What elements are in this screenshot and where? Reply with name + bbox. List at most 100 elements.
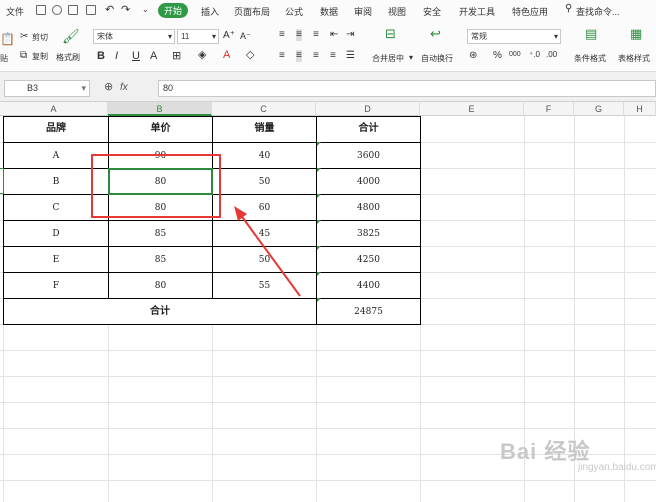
chevron-down-icon: ▾ (211, 32, 216, 41)
font-name-select[interactable]: 宋体 ▾ (93, 29, 175, 44)
column-header-c[interactable]: C (212, 102, 316, 116)
align-middle-icon[interactable]: ≡ (296, 29, 302, 41)
chevron-down-icon: ▾ (553, 32, 558, 41)
merge-center-button[interactable]: 合并居中 (372, 53, 404, 64)
merge-chevron-icon[interactable]: ▾ (409, 53, 413, 62)
shrink-font-icon[interactable]: A⁻ (240, 30, 251, 42)
copy-icon[interactable]: ⧉ (20, 50, 27, 61)
tab-insert[interactable]: 插入 (201, 5, 219, 18)
zoom-icon[interactable]: ⊕ (104, 80, 113, 93)
font-size-value: 11 (181, 32, 190, 41)
underline-button[interactable]: U (132, 50, 140, 62)
preview-icon[interactable] (86, 5, 96, 15)
increase-decimal-icon[interactable]: ⁺.0 (529, 49, 540, 61)
fill-color-icon[interactable]: ◈ (198, 49, 206, 61)
annotation-rectangle (91, 154, 221, 218)
bold-button[interactable]: B (97, 50, 105, 62)
wrap-text-button[interactable]: 自动换行 (421, 53, 453, 64)
menu-file[interactable]: 文件 (6, 5, 24, 18)
paste-icon[interactable]: 📋 (0, 32, 15, 46)
currency-icon[interactable]: ⊛ (469, 50, 477, 62)
formula-input[interactable]: 80 (158, 80, 656, 97)
font-size-select[interactable]: 11 ▾ (177, 29, 219, 44)
grow-font-icon[interactable]: A⁺ (223, 30, 235, 42)
fx-icon[interactable]: fx (120, 82, 128, 93)
conditional-format-button[interactable]: 条件格式 (574, 53, 606, 64)
align-bottom-icon[interactable]: ≡ (313, 29, 319, 41)
tab-review[interactable]: 审阅 (354, 5, 372, 18)
comment-marker (317, 298, 321, 302)
thousands-button[interactable]: 000 (509, 49, 521, 61)
number-format-value: 常规 (471, 32, 487, 41)
conditional-format-icon[interactable]: ▤ (585, 27, 597, 40)
tab-data[interactable]: 数据 (320, 5, 338, 18)
more-icon[interactable]: ⌄ (142, 5, 149, 14)
align-left-icon[interactable]: ≡ (279, 50, 285, 62)
decrease-decimal-icon[interactable]: .00 (546, 49, 557, 61)
print-icon[interactable] (68, 5, 78, 15)
comment-marker (317, 168, 321, 172)
chevron-down-icon: ▾ (81, 83, 86, 93)
chevron-down-icon: ▾ (167, 32, 172, 41)
tab-page-layout[interactable]: 页面布局 (234, 5, 270, 18)
comment-marker (317, 220, 321, 224)
formula-bar: B3 ▾ ⊕ fx 80 (0, 72, 656, 102)
tab-security[interactable]: 安全 (423, 5, 441, 18)
column-header-d[interactable]: D (316, 102, 420, 116)
watermark-url: jingyan.baidu.com (578, 462, 656, 473)
undo-icon[interactable]: ↶ (105, 3, 114, 16)
wrap-icon[interactable]: ↩ (430, 27, 441, 40)
font-color-icon[interactable]: A (223, 49, 230, 61)
column-header-b[interactable]: B (108, 102, 212, 116)
column-header-e[interactable]: E (420, 102, 524, 116)
command-search[interactable]: 查找命令... (576, 5, 620, 18)
column-header-f[interactable]: F (524, 102, 574, 116)
annotation-arrow-line (239, 213, 301, 297)
outdent-icon[interactable]: ⇥ (346, 29, 354, 41)
format-painter-button[interactable]: 格式刷 (56, 52, 80, 63)
bold-alt-icon[interactable]: A (150, 50, 157, 62)
percent-button[interactable]: % (493, 50, 502, 62)
column-header-row: A B C D E F G H (0, 102, 656, 116)
tab-home[interactable]: 开始 (158, 3, 189, 18)
annotation-arrow-head (234, 206, 247, 221)
clear-format-icon[interactable]: ◇ (246, 49, 254, 61)
search-icon[interactable]: ⚲ (565, 3, 572, 14)
table-style-icon[interactable]: ▦ (630, 27, 642, 40)
name-box[interactable]: B3 ▾ (4, 80, 90, 97)
watermark: Bai 经验 (500, 439, 591, 464)
comment-marker (317, 142, 321, 146)
save-icon[interactable] (36, 5, 46, 15)
number-format-select[interactable]: 常规 ▾ (467, 29, 561, 44)
comment-marker (317, 272, 321, 276)
comment-marker (317, 194, 321, 198)
redo-icon[interactable]: ↷ (121, 3, 130, 16)
border-icon[interactable]: ⊞ (172, 50, 181, 62)
column-header-a[interactable]: A (0, 102, 108, 116)
ribbon-toolbar: 📋 贴 ✂ 剪切 ⧉ 复制 🖌 格式刷 宋体 ▾ 11 ▾ A⁺ A⁻ B I U … (0, 22, 656, 72)
cut-button[interactable]: 剪切 (32, 32, 48, 43)
align-top-icon[interactable]: ≡ (279, 29, 285, 41)
table-style-button[interactable]: 表格样式 (618, 53, 650, 64)
indent-icon[interactable]: ⇤ (330, 29, 338, 41)
align-center-icon[interactable]: ≡ (296, 50, 302, 62)
tab-formulas[interactable]: 公式 (285, 5, 303, 18)
distributed-icon[interactable]: ☰ (346, 50, 355, 62)
paste-label[interactable]: 贴 (0, 53, 8, 64)
column-header-h[interactable]: H (624, 102, 656, 116)
justify-icon[interactable]: ≡ (330, 50, 336, 62)
tab-special[interactable]: 特色应用 (512, 5, 548, 18)
italic-button[interactable]: I (115, 50, 118, 62)
menu-bar: 文件 ↶ ↷ ⌄ 开始 插入 页面布局 公式 数据 审阅 视图 安全 开发工具 … (0, 0, 656, 22)
copy-button[interactable]: 复制 (32, 51, 48, 62)
output-icon[interactable] (52, 5, 62, 15)
align-right-icon[interactable]: ≡ (313, 50, 319, 62)
column-header-g[interactable]: G (574, 102, 624, 116)
merge-icon[interactable]: ⊟ (385, 27, 396, 40)
tab-developer[interactable]: 开发工具 (459, 5, 495, 18)
format-painter-icon[interactable]: 🖌 (62, 28, 80, 45)
font-name-value: 宋体 (97, 32, 113, 41)
comment-marker (317, 246, 321, 250)
tab-view[interactable]: 视图 (388, 5, 406, 18)
cut-icon[interactable]: ✂ (20, 31, 28, 42)
